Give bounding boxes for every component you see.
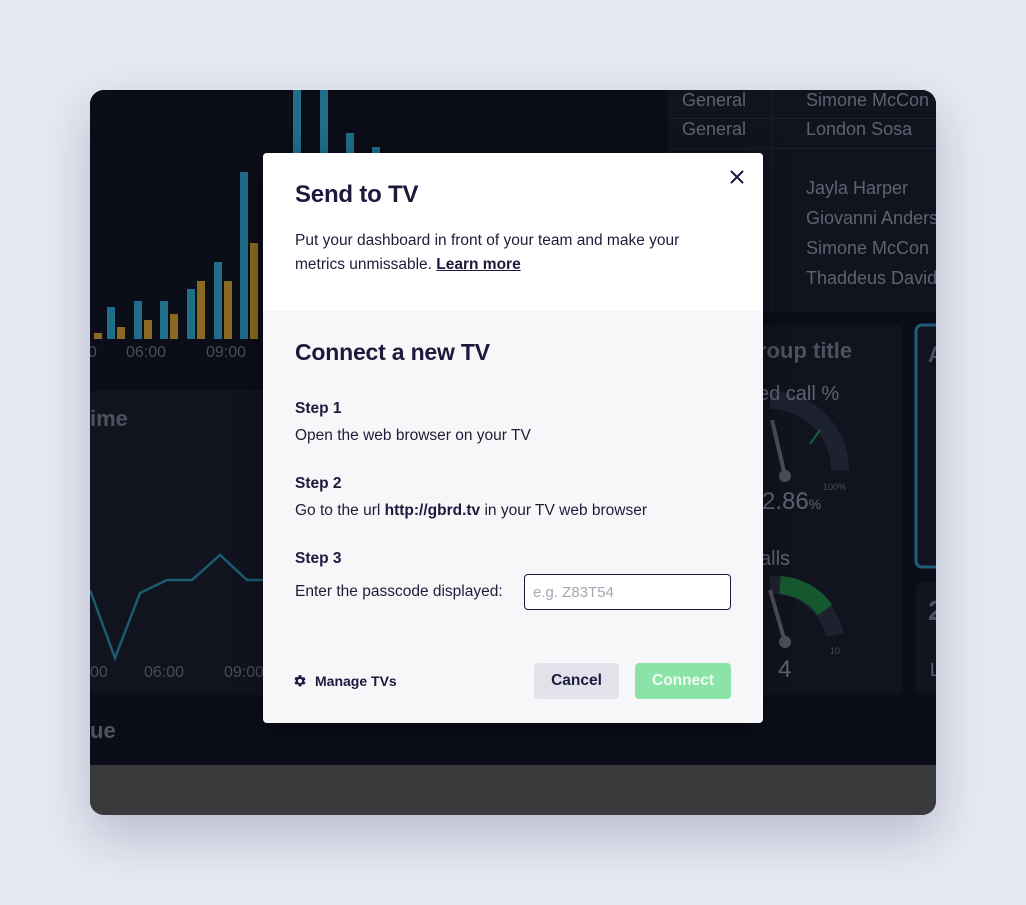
connect-section-title: Connect a new TV bbox=[295, 339, 490, 365]
modal-footer: Manage TVs Cancel Connect bbox=[293, 663, 731, 699]
step-3: Step 3 Enter the passcode displayed: bbox=[295, 550, 731, 610]
manage-tvs-label: Manage TVs bbox=[315, 673, 397, 689]
modal-description: Put your dashboard in front of your team… bbox=[295, 232, 680, 273]
passcode-row: Enter the passcode displayed: bbox=[295, 574, 731, 610]
modal-header: Send to TV Put your dashboard in front o… bbox=[263, 153, 763, 311]
close-icon bbox=[730, 170, 744, 184]
step-label: Step 1 bbox=[295, 400, 342, 417]
tv-url: http://gbrd.tv bbox=[384, 502, 481, 519]
step-label: Step 3 bbox=[295, 550, 342, 567]
step-text: Open the web browser on your TV bbox=[295, 427, 531, 444]
modal-title: Send to TV bbox=[295, 181, 419, 208]
footer-buttons: Cancel Connect bbox=[534, 663, 731, 699]
connect-button[interactable]: Connect bbox=[635, 663, 731, 699]
close-button[interactable] bbox=[725, 165, 749, 189]
passcode-input[interactable] bbox=[524, 574, 731, 610]
passcode-label: Enter the passcode displayed: bbox=[295, 583, 503, 600]
learn-more-link[interactable]: Learn more bbox=[436, 256, 520, 273]
send-to-tv-modal: Send to TV Put your dashboard in front o… bbox=[263, 153, 763, 723]
step-label: Step 2 bbox=[295, 475, 342, 492]
cancel-button[interactable]: Cancel bbox=[534, 663, 619, 699]
step-1: Step 1 Open the web browser on your TV bbox=[295, 400, 731, 445]
modal-body: Connect a new TV Step 1 Open the web bro… bbox=[263, 311, 763, 610]
step-2: Step 2 Go to the url http://gbrd.tv in y… bbox=[295, 475, 731, 520]
step-text: Go to the url http://gbrd.tv in your TV … bbox=[295, 502, 648, 519]
manage-tvs-button[interactable]: Manage TVs bbox=[293, 673, 397, 689]
gear-icon bbox=[294, 675, 306, 687]
